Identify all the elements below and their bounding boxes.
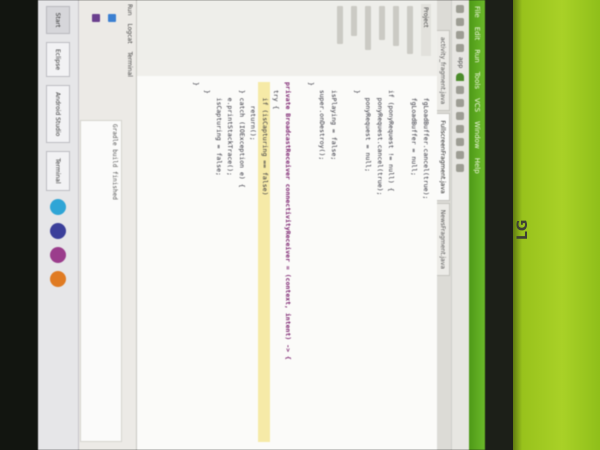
help-icon[interactable] <box>456 164 465 173</box>
sync-icon[interactable] <box>456 112 465 121</box>
code-line-highlighted: if (isCapturing == false) <box>258 82 270 442</box>
code-line: private BroadcastReceiver connectivityRe… <box>284 82 292 360</box>
menu-window[interactable]: Window <box>473 121 481 149</box>
project-panel-tab[interactable]: Project <box>421 4 431 56</box>
console-status: Gradle build finished <box>111 124 118 200</box>
tree-item[interactable] <box>365 6 371 50</box>
taskbar-item-eclipse[interactable]: Eclipse <box>46 42 70 78</box>
menu-edit[interactable]: Edit <box>473 27 481 41</box>
project-panel: Project <box>137 0 437 61</box>
bottom-tab-terminal[interactable]: Terminal <box>126 52 133 77</box>
taskbar: Start Eclipse Android Studio Terminal <box>38 0 79 450</box>
menu-vcs[interactable]: VCS <box>473 98 481 112</box>
editor-tabs: activity_fragment.java FullscreenFragmen… <box>437 0 451 450</box>
code-line: isCapturing = false; <box>215 82 223 176</box>
search-icon[interactable] <box>456 151 465 160</box>
bottom-panel: Run Logcat Terminal Gradle build finishe… <box>78 0 137 450</box>
menu-tools[interactable]: Tools <box>473 72 481 89</box>
run-icon[interactable] <box>456 73 465 82</box>
code-line: } <box>192 82 200 86</box>
menu-run[interactable]: Run <box>473 49 481 62</box>
save-icon[interactable] <box>456 18 465 26</box>
code-area[interactable]: fgLoadBuffer.cancel(true); fgLoadBuffer … <box>190 82 432 442</box>
tab-activity-fragment[interactable]: activity_fragment.java <box>437 30 450 112</box>
sdk-manager-icon[interactable] <box>456 138 465 147</box>
bottom-tabs: Run Logcat Terminal <box>123 0 136 450</box>
device-icon[interactable] <box>92 14 100 22</box>
bottom-tab-logcat[interactable]: Logcat <box>126 24 133 44</box>
monitor-bezel-right <box>485 0 513 450</box>
skype-icon[interactable] <box>50 198 66 215</box>
back-icon[interactable] <box>456 31 465 39</box>
stop-icon[interactable] <box>456 99 465 108</box>
avd-manager-icon[interactable] <box>456 125 465 134</box>
code-line: e.printStackTrace(); <box>226 82 235 176</box>
taskbar-item-terminal[interactable]: Terminal <box>46 151 70 191</box>
code-line: ponyRequest.cancel(true); <box>376 82 384 196</box>
code-line: super.onDestroy(); <box>318 82 327 161</box>
tree-item[interactable] <box>379 6 385 40</box>
start-button[interactable]: Start <box>46 6 70 34</box>
tab-news-fragment[interactable]: NewsFragment.java <box>437 202 450 277</box>
menu-bar: File Edit Run Tools VCS Window Help <box>469 0 485 450</box>
run-config-label[interactable]: app <box>457 57 464 68</box>
tab-fullscreen-fragment[interactable]: FullscreenFragment.java <box>437 113 450 201</box>
run-status-icon[interactable] <box>108 14 116 22</box>
browser-icon[interactable] <box>50 222 66 239</box>
tree-item[interactable] <box>393 6 399 46</box>
line-gutter <box>137 60 437 76</box>
menu-file[interactable]: File <box>473 6 481 18</box>
code-line: if (ponyRequest != null) { <box>387 82 396 192</box>
code-line: } catch (IOException e) { <box>238 82 246 188</box>
code-line: try { <box>272 82 281 110</box>
taskbar-item-android-studio[interactable]: Android Studio <box>46 85 70 144</box>
new-file-icon[interactable] <box>456 5 465 13</box>
code-line: isPlaying = false; <box>330 82 338 161</box>
debug-icon[interactable] <box>456 86 465 95</box>
monitor-bezel-left <box>0 0 38 450</box>
console-output[interactable]: Gradle build finished <box>80 120 122 442</box>
screen: File Edit Run Tools VCS Window Help app … <box>38 0 485 450</box>
toolbar: app <box>451 0 469 450</box>
monitor-brand-logo: LG <box>515 219 531 240</box>
code-line: fgLoadBuffer.cancel(true); <box>422 82 430 200</box>
code-line: } <box>307 82 315 86</box>
code-line: fgLoadBuffer = null; <box>410 82 419 176</box>
tree-item[interactable] <box>337 6 343 44</box>
app-icon[interactable] <box>50 246 66 263</box>
tree-item[interactable] <box>407 6 413 54</box>
code-line: return(); <box>249 82 258 141</box>
forward-icon[interactable] <box>456 44 465 52</box>
code-line: ponyRequest = null; <box>364 82 373 173</box>
code-line: } <box>353 82 361 94</box>
menu-help[interactable]: Help <box>473 158 481 174</box>
code-line: } <box>203 82 212 94</box>
tree-item[interactable] <box>351 6 357 36</box>
bottom-tab-run[interactable]: Run <box>126 4 133 16</box>
firefox-icon[interactable] <box>50 270 66 287</box>
code-editor[interactable]: fgLoadBuffer.cancel(true); fgLoadBuffer … <box>137 60 437 450</box>
